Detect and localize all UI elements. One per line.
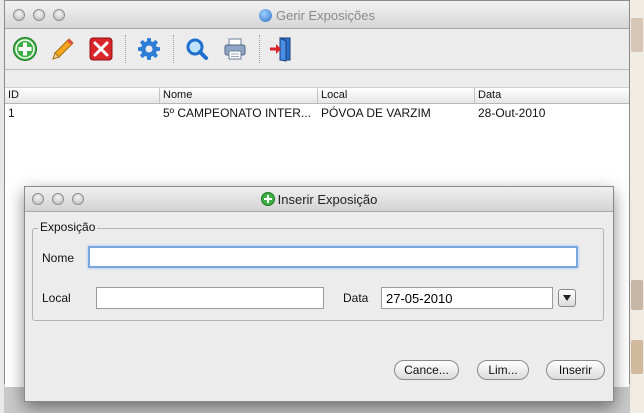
column-header-data[interactable]: Data <box>475 88 629 103</box>
window-title-text: Gerir Exposições <box>276 8 375 23</box>
cell-id: 1 <box>8 106 15 120</box>
clear-button[interactable]: Lim... <box>477 360 529 380</box>
print-button[interactable] <box>221 35 249 63</box>
cell-local: PÓVOA DE VARZIM <box>321 106 431 120</box>
insert-exhibition-dialog: Inserir Exposição Exposição Nome Local D… <box>24 186 614 402</box>
window-title: Gerir Exposições <box>5 8 629 23</box>
add-button[interactable] <box>11 35 39 63</box>
exit-door-icon <box>270 37 291 62</box>
background-thumbnail <box>631 340 643 374</box>
dialog-title-text: Inserir Exposição <box>277 192 378 207</box>
search-button[interactable] <box>183 35 211 63</box>
add-icon <box>13 37 37 61</box>
table-header: ID Nome Local Data <box>5 87 629 104</box>
background-thumbnail <box>631 280 643 310</box>
gear-icon <box>138 38 160 60</box>
nome-input[interactable] <box>88 246 578 268</box>
add-icon <box>260 192 275 206</box>
settings-button[interactable] <box>135 35 163 63</box>
toolbar-separator <box>259 35 260 63</box>
nome-label: Nome <box>42 251 75 265</box>
local-label: Local <box>42 291 71 305</box>
insert-button[interactable]: Inserir <box>546 360 605 380</box>
cell-nome: 5º CAMPEONATO INTER... <box>163 106 311 120</box>
group-label: Exposição <box>38 220 98 234</box>
delete-icon <box>89 37 113 61</box>
edit-button[interactable] <box>49 35 77 63</box>
date-input[interactable] <box>381 287 553 309</box>
toolbar-separator <box>125 35 126 63</box>
globe-icon <box>259 9 272 22</box>
window-titlebar[interactable]: Gerir Exposições <box>5 1 629 29</box>
date-picker-button[interactable] <box>558 289 576 307</box>
pencil-icon <box>52 38 74 60</box>
local-input[interactable] <box>96 287 324 309</box>
column-header-local[interactable]: Local <box>318 88 475 103</box>
cancel-button[interactable]: Cance... <box>394 360 459 380</box>
toolbar <box>5 29 629 70</box>
dialog-titlebar[interactable]: Inserir Exposição <box>25 187 613 212</box>
background-window-edge-right <box>630 0 644 413</box>
table-row[interactable]: 1 5º CAMPEONATO INTER... PÓVOA DE VARZIM… <box>5 105 629 121</box>
delete-button[interactable] <box>87 35 115 63</box>
exit-button[interactable] <box>267 35 295 63</box>
cell-data: 28-Out-2010 <box>478 106 546 120</box>
background-thumbnail <box>631 18 643 52</box>
search-icon <box>186 38 208 60</box>
chevron-down-icon <box>563 295 571 301</box>
toolbar-separator <box>173 35 174 63</box>
column-header-id[interactable]: ID <box>5 88 160 103</box>
printer-icon <box>224 38 246 60</box>
column-header-nome[interactable]: Nome <box>160 88 318 103</box>
data-label: Data <box>343 291 369 305</box>
dialog-title: Inserir Exposição <box>25 192 613 207</box>
